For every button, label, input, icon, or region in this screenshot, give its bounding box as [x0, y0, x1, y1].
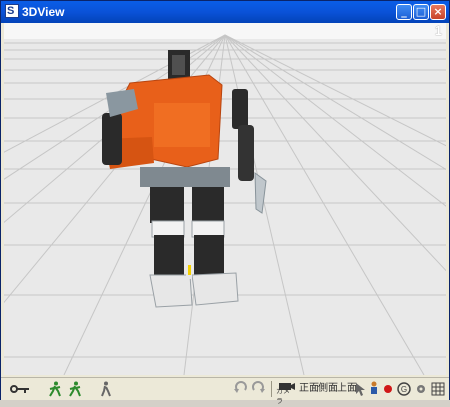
g-circle-icon[interactable]: G: [397, 381, 411, 397]
app-window: S 3DView _ □ × 1 カメラ 正面 側面 上面 G: [0, 0, 450, 405]
walk-green-icon[interactable]: [46, 381, 64, 397]
walk-green-icon-svg: [69, 381, 81, 397]
robot-head-face: [172, 55, 185, 75]
robot-right-thigh: [192, 187, 224, 223]
window-title: 3DView: [22, 5, 65, 19]
close-button[interactable]: ×: [430, 4, 446, 20]
settings-icon[interactable]: [414, 381, 428, 397]
robot-left-shin: [154, 235, 184, 275]
rotate-right-icon-svg: [252, 381, 265, 393]
g-circle-icon-svg: G: [397, 382, 411, 396]
scene-svg: [4, 23, 446, 375]
robot-hip: [140, 167, 230, 187]
robot-left-thigh: [150, 187, 184, 223]
view-side-button[interactable]: 側面: [318, 381, 338, 397]
view-front-button[interactable]: 正面: [299, 381, 319, 397]
maximize-button[interactable]: □: [413, 4, 429, 20]
status-toolbar: カメラ 正面 側面 上面 G: [1, 377, 449, 405]
walk-green-icon[interactable]: [67, 381, 85, 397]
robot-right-knee: [191, 220, 225, 238]
robot-chest-plate: [154, 103, 210, 147]
walk-gray-icon[interactable]: [98, 381, 114, 397]
rotate-left-icon[interactable]: [233, 381, 249, 397]
3d-viewport[interactable]: 1: [4, 23, 446, 375]
camera-label: カメラ: [276, 388, 290, 405]
person-icon-svg: [371, 381, 377, 394]
walk-green-icon-svg: [49, 381, 61, 397]
viewport-number: 1: [434, 23, 442, 38]
maximize-icon: □: [415, 5, 427, 18]
robot-right-upper-arm: [232, 89, 248, 129]
minimize-button[interactable]: _: [396, 4, 412, 20]
settings-icon-svg: [417, 385, 425, 393]
robot-right-foot: [191, 272, 239, 306]
robot-right-lower-arm: [238, 125, 254, 181]
app-icon[interactable]: S: [5, 4, 19, 18]
key-icon-svg: [10, 385, 29, 393]
robot-left-upper-arm: [102, 113, 122, 165]
walk-gray-icon-svg: [101, 381, 111, 397]
pointer-icon[interactable]: [353, 381, 365, 397]
pointer-icon-svg: [356, 383, 365, 396]
rotate-left-icon-svg: [234, 381, 247, 393]
person-icon[interactable]: [367, 381, 381, 397]
robot-left-foot: [149, 274, 193, 308]
robot-right-shin: [194, 235, 224, 275]
toolbar-separator: [271, 381, 272, 397]
app-icon-letter: S: [7, 5, 15, 17]
floor: [4, 39, 446, 375]
close-icon: ×: [433, 5, 443, 18]
red-dot-icon[interactable]: [382, 381, 394, 397]
camera-button[interactable]: カメラ: [276, 381, 296, 405]
robot-yellow-marker: [188, 265, 191, 275]
title-bar[interactable]: S 3DView _ □ ×: [1, 1, 449, 23]
key-icon[interactable]: [9, 381, 31, 397]
minimize-icon: _: [401, 5, 407, 18]
red-dot-icon-svg: [384, 385, 392, 393]
grid-icon[interactable]: [431, 381, 445, 397]
svg-text:G: G: [401, 385, 407, 394]
grid-icon-svg: [431, 382, 445, 396]
rotate-right-icon[interactable]: [250, 381, 266, 397]
robot-left-knee: [151, 220, 185, 238]
